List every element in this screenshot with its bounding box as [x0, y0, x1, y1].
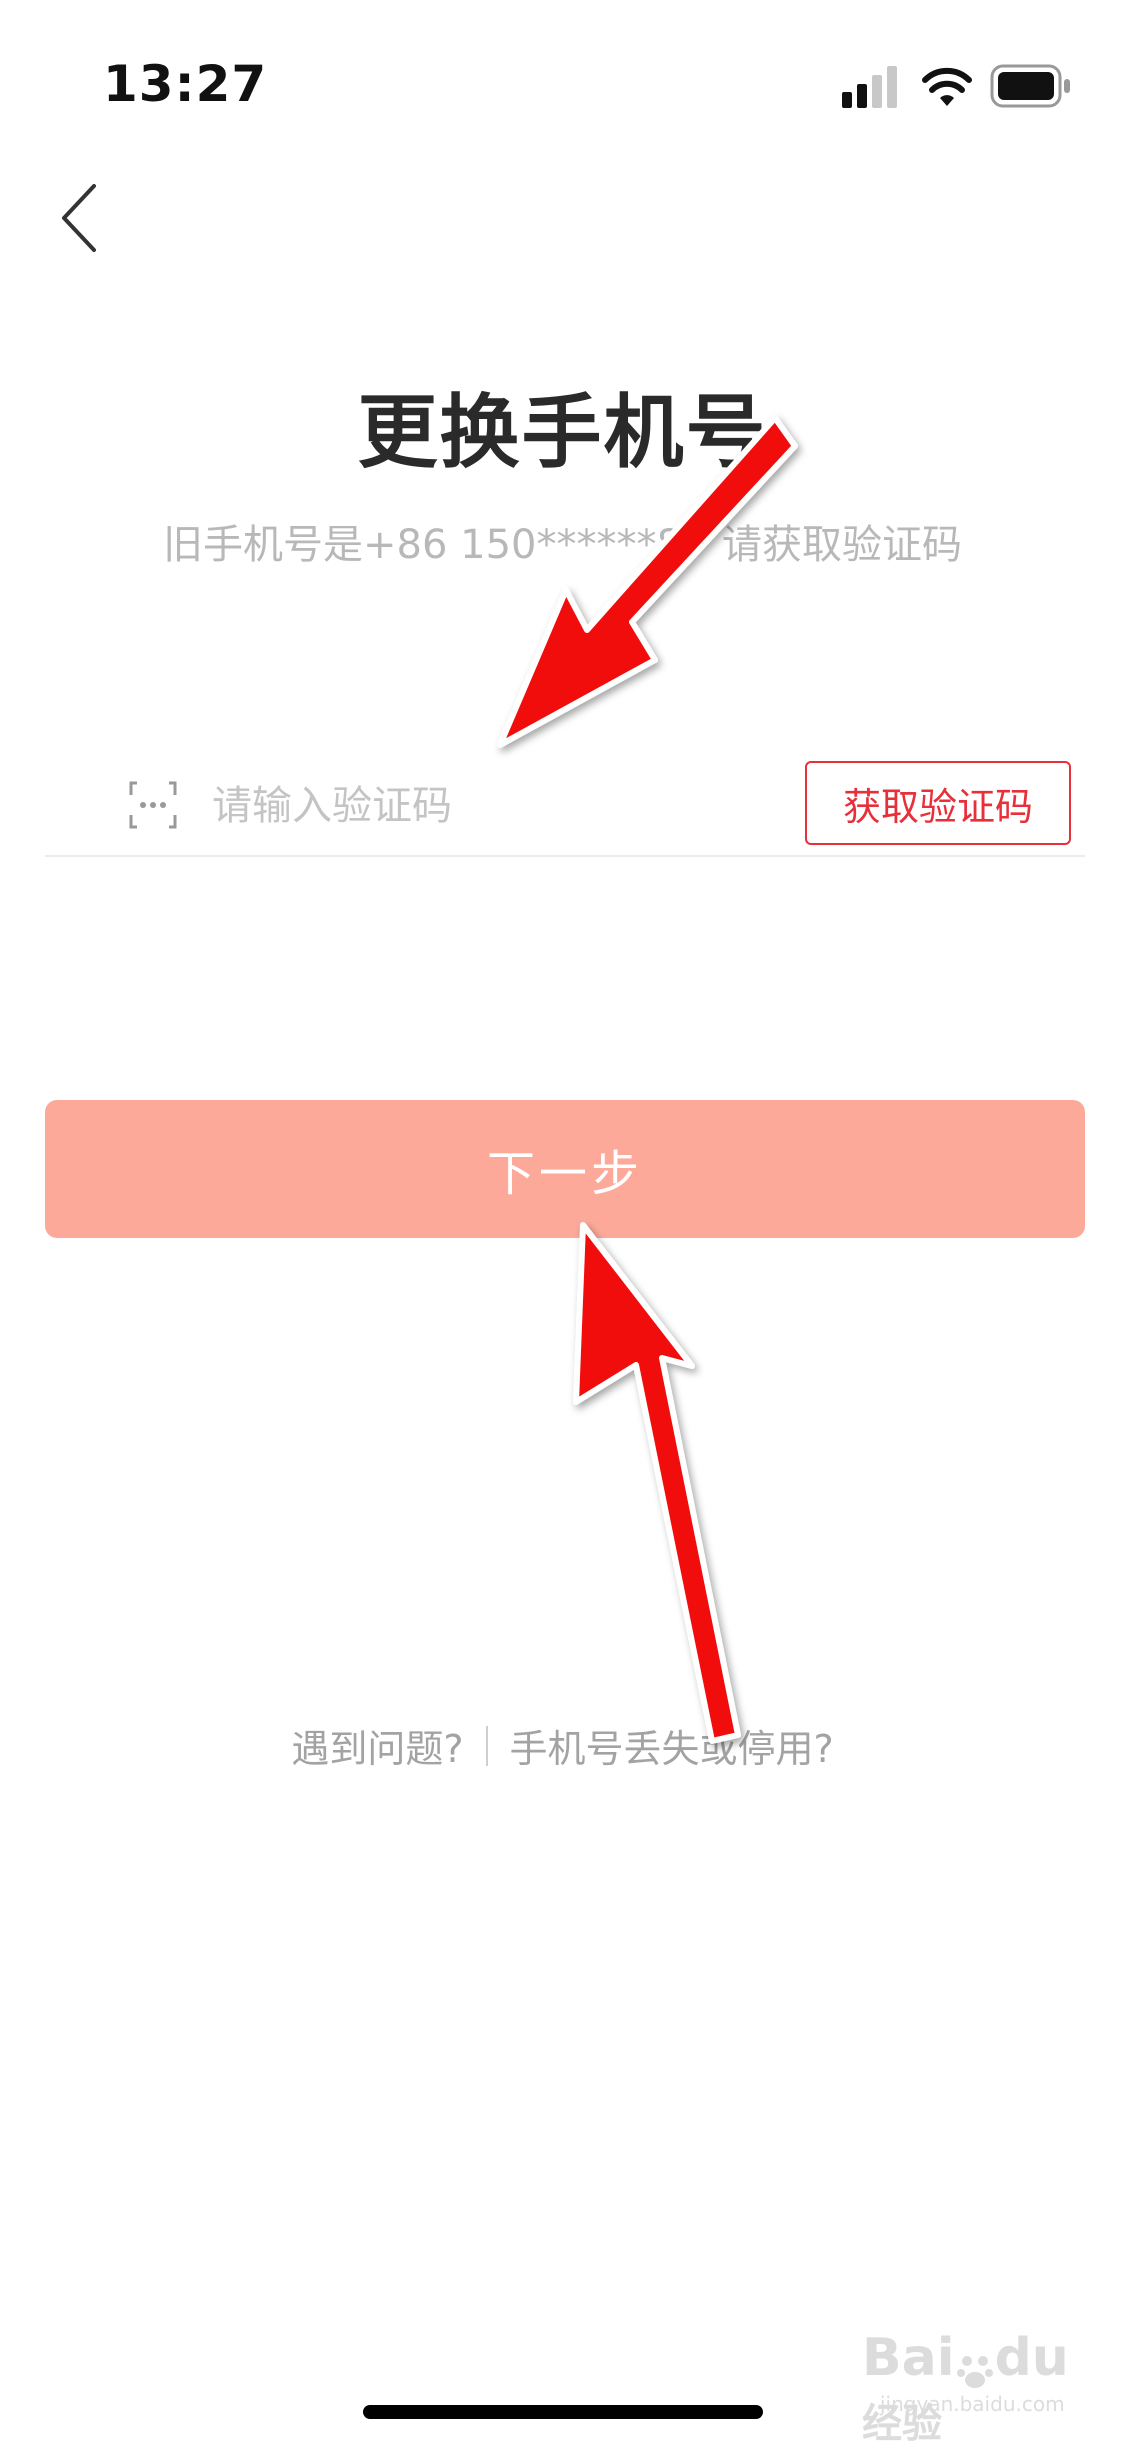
- home-indicator[interactable]: [363, 2405, 763, 2419]
- old-phone-hint: 旧手机号是+86 150******8，请获取验证码: [163, 522, 962, 568]
- verification-code-row: 获取验证码: [45, 755, 1085, 857]
- cellular-signal-icon: [842, 66, 897, 108]
- get-code-button[interactable]: 获取验证码: [805, 761, 1071, 845]
- back-button[interactable]: [50, 178, 110, 258]
- battery-icon: [990, 64, 1070, 108]
- next-button[interactable]: 下一步: [45, 1100, 1085, 1238]
- baidu-watermark: Bai du经验: [862, 2328, 1072, 2447]
- problem-link[interactable]: 遇到问题?: [291, 1718, 463, 1773]
- watermark-brand: Bai: [862, 2328, 955, 2388]
- lost-phone-link[interactable]: 手机号丢失或停用?: [510, 1718, 834, 1773]
- divider: [485, 1725, 488, 1766]
- dots-box-icon: [129, 781, 177, 829]
- page-title: 更换手机号: [357, 386, 768, 479]
- watermark-url: jingyan.baidu.com: [880, 2392, 1065, 2416]
- wifi-icon: [922, 67, 972, 106]
- status-time: 13:27: [103, 55, 268, 113]
- verification-code-input[interactable]: [210, 773, 794, 839]
- arrow-to-next-button: [573, 1222, 741, 1744]
- paw-icon: [956, 2355, 993, 2388]
- watermark-brand-2: du: [994, 2328, 1069, 2388]
- help-links: 遇到问题? 手机号丢失或停用?: [0, 1718, 1125, 1773]
